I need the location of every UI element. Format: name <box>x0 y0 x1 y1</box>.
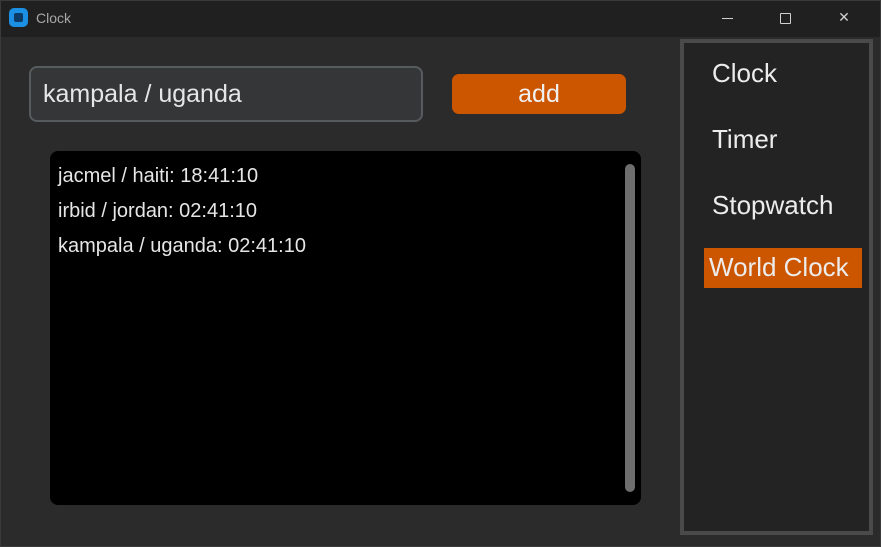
minimize-button[interactable] <box>698 1 756 35</box>
close-button[interactable]: ✕ <box>815 1 873 35</box>
city-input[interactable] <box>29 66 423 122</box>
clock-app-icon <box>9 8 28 27</box>
list-item: irbid / jordan: 02:41:10 <box>58 200 258 222</box>
sidebar: Clock Timer Stopwatch World Clock <box>680 39 873 535</box>
maximize-button[interactable] <box>756 1 814 35</box>
title-bar[interactable]: Clock ✕ <box>1 1 880 37</box>
sidebar-item-clock[interactable]: Clock <box>707 56 782 91</box>
add-button[interactable]: add <box>452 74 626 114</box>
list-scrollbar[interactable] <box>625 164 635 492</box>
list-item: jacmel / haiti: 18:41:10 <box>58 165 259 187</box>
sidebar-item-stopwatch[interactable]: Stopwatch <box>707 188 838 223</box>
sidebar-item-timer[interactable]: Timer <box>707 122 782 157</box>
world-clock-list[interactable]: jacmel / haiti: 18:41:10 irbid / jordan:… <box>50 151 641 505</box>
minimize-icon <box>721 17 733 19</box>
window-title: Clock <box>36 10 72 26</box>
sidebar-item-world-clock[interactable]: World Clock <box>704 248 862 288</box>
app-window: Clock ✕ add jacmel / haiti: 18:41:10 irb… <box>0 0 881 547</box>
maximize-icon <box>779 12 791 24</box>
list-item: kampala / uganda: 02:41:10 <box>58 235 306 257</box>
close-icon: ✕ <box>838 10 850 26</box>
